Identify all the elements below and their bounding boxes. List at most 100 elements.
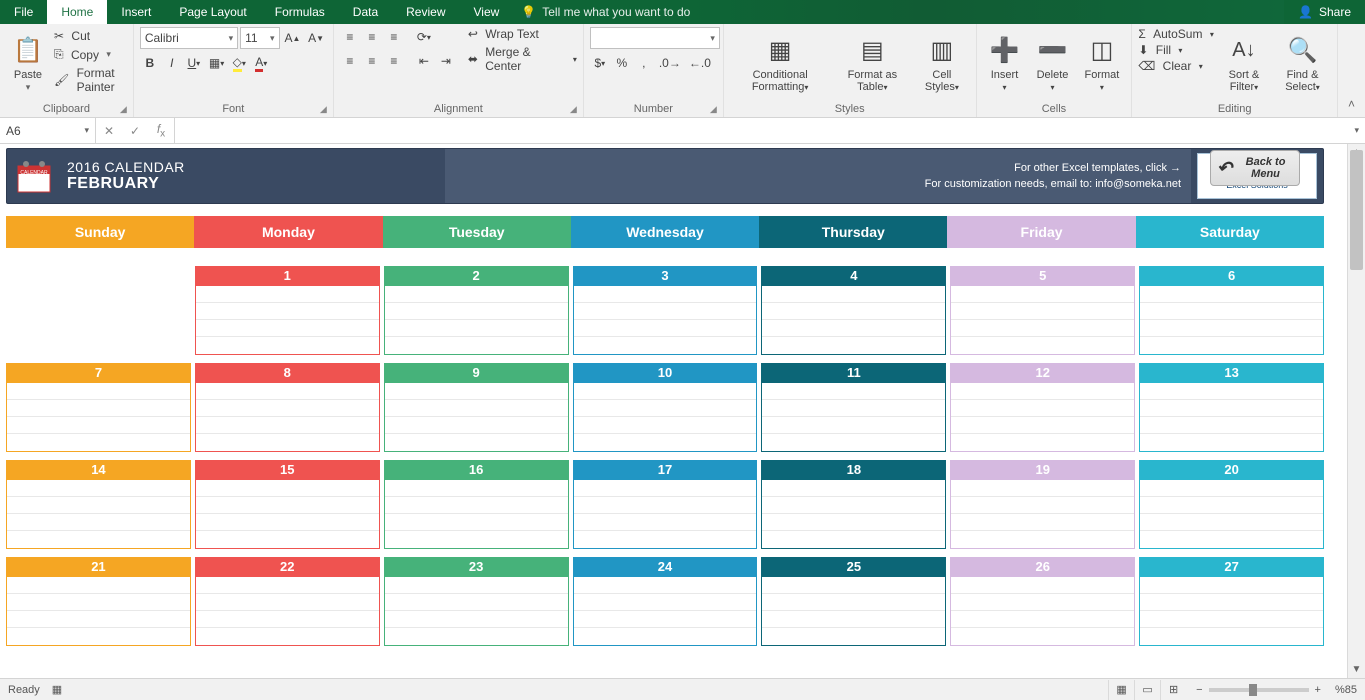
day-slot[interactable]: [385, 594, 568, 611]
name-box[interactable]: A6▾: [0, 118, 96, 143]
day-cell[interactable]: 25: [761, 557, 946, 646]
decrease-font-button[interactable]: A▼: [305, 28, 327, 48]
day-slot[interactable]: [196, 611, 379, 628]
fill-color-button[interactable]: ◇▾: [229, 53, 249, 73]
day-slot[interactable]: [951, 337, 1134, 354]
copy-button[interactable]: ⎘ Copy ▾: [54, 47, 127, 62]
day-slot[interactable]: [574, 303, 757, 320]
day-slot[interactable]: [385, 286, 568, 303]
day-cell[interactable]: 8: [195, 363, 380, 452]
day-slot[interactable]: [196, 594, 379, 611]
day-slot[interactable]: [196, 303, 379, 320]
day-slot[interactable]: [574, 577, 757, 594]
number-dialog-launcher-icon[interactable]: ◢: [710, 104, 717, 115]
day-slot[interactable]: [951, 286, 1134, 303]
day-slot[interactable]: [196, 337, 379, 354]
bold-button[interactable]: B: [140, 53, 160, 73]
day-cell[interactable]: 23: [384, 557, 569, 646]
align-center-button[interactable]: ≡: [362, 51, 382, 71]
day-slot[interactable]: [385, 514, 568, 531]
day-slot[interactable]: [7, 305, 190, 322]
day-slot[interactable]: [7, 497, 190, 514]
format-as-table-button[interactable]: ▤Format as Table▾: [834, 27, 910, 101]
day-slot[interactable]: [1140, 497, 1323, 514]
day-slot[interactable]: [385, 531, 568, 548]
day-slot[interactable]: [951, 383, 1134, 400]
day-slot[interactable]: [196, 531, 379, 548]
day-slot[interactable]: [762, 514, 945, 531]
day-slot[interactable]: [1140, 286, 1323, 303]
day-slot[interactable]: [762, 400, 945, 417]
day-slot[interactable]: [385, 434, 568, 451]
day-cell[interactable]: 19: [950, 460, 1135, 549]
decrease-decimal-button[interactable]: ←.0: [686, 53, 714, 73]
day-cell[interactable]: 2: [384, 266, 569, 355]
day-cell[interactable]: 24: [573, 557, 758, 646]
day-cell[interactable]: 21: [6, 557, 191, 646]
day-slot[interactable]: [196, 383, 379, 400]
day-cell[interactable]: 10: [573, 363, 758, 452]
format-cells-button[interactable]: ◫Format▾: [1079, 27, 1126, 101]
increase-indent-button[interactable]: ⇥: [436, 51, 456, 71]
tab-home[interactable]: Home: [47, 0, 107, 24]
fill-button[interactable]: ⬇ Fill ▾: [1138, 43, 1213, 57]
collapse-ribbon-button[interactable]: ˄: [1338, 91, 1365, 117]
autosum-button[interactable]: Σ AutoSum ▾: [1138, 27, 1213, 41]
day-cell[interactable]: 20: [1139, 460, 1324, 549]
day-slot[interactable]: [7, 383, 190, 400]
zoom-slider[interactable]: [1209, 688, 1309, 692]
format-painter-button[interactable]: 🖌 Format Painter: [54, 66, 127, 94]
day-slot[interactable]: [1140, 400, 1323, 417]
day-slot[interactable]: [762, 417, 945, 434]
day-cell[interactable]: 7: [6, 363, 191, 452]
day-slot[interactable]: [762, 577, 945, 594]
align-middle-button[interactable]: ≡: [362, 27, 382, 47]
day-slot[interactable]: [574, 320, 757, 337]
day-slot[interactable]: [762, 480, 945, 497]
back-to-menu-button[interactable]: ↶ Back to Menu: [1210, 150, 1300, 186]
day-slot[interactable]: [951, 628, 1134, 645]
day-slot[interactable]: [7, 288, 190, 305]
day-slot[interactable]: [762, 531, 945, 548]
day-slot[interactable]: [7, 531, 190, 548]
day-slot[interactable]: [574, 594, 757, 611]
day-slot[interactable]: [7, 594, 190, 611]
share-button[interactable]: 👤 Share: [1284, 0, 1365, 24]
day-slot[interactable]: [951, 577, 1134, 594]
day-slot[interactable]: [196, 497, 379, 514]
day-slot[interactable]: [574, 611, 757, 628]
day-slot[interactable]: [1140, 531, 1323, 548]
find-select-button[interactable]: 🔍Find & Select▾: [1274, 27, 1331, 101]
day-slot[interactable]: [762, 337, 945, 354]
tab-data[interactable]: Data: [339, 0, 392, 24]
day-cell[interactable]: 27: [1139, 557, 1324, 646]
day-cell[interactable]: 12: [950, 363, 1135, 452]
zoom-in-button[interactable]: +: [1315, 684, 1321, 696]
day-slot[interactable]: [951, 320, 1134, 337]
delete-cells-button[interactable]: ➖Delete▾: [1031, 27, 1075, 101]
day-slot[interactable]: [951, 303, 1134, 320]
number-format-combo[interactable]: ▾: [590, 27, 720, 49]
day-slot[interactable]: [762, 320, 945, 337]
day-slot[interactable]: [762, 286, 945, 303]
day-cell[interactable]: 5: [950, 266, 1135, 355]
day-slot[interactable]: [762, 383, 945, 400]
vertical-scrollbar[interactable]: ▲ ▼: [1347, 144, 1365, 678]
align-top-button[interactable]: ≡: [340, 27, 360, 47]
day-slot[interactable]: [7, 271, 190, 288]
orientation-button[interactable]: ⟳▾: [414, 27, 434, 47]
paste-button[interactable]: 📋 Paste▾: [6, 27, 50, 101]
formula-input[interactable]: ▾: [175, 118, 1365, 143]
font-color-button[interactable]: A▾: [251, 53, 271, 73]
day-cell[interactable]: 3: [573, 266, 758, 355]
day-slot[interactable]: [1140, 594, 1323, 611]
day-slot[interactable]: [762, 303, 945, 320]
day-slot[interactable]: [762, 628, 945, 645]
day-slot[interactable]: [7, 514, 190, 531]
day-slot[interactable]: [385, 577, 568, 594]
day-slot[interactable]: [574, 417, 757, 434]
day-cell[interactable]: 18: [761, 460, 946, 549]
align-bottom-button[interactable]: ≡: [384, 27, 404, 47]
macro-record-icon[interactable]: ▦: [52, 683, 62, 696]
clipboard-dialog-launcher-icon[interactable]: ◢: [120, 104, 127, 115]
